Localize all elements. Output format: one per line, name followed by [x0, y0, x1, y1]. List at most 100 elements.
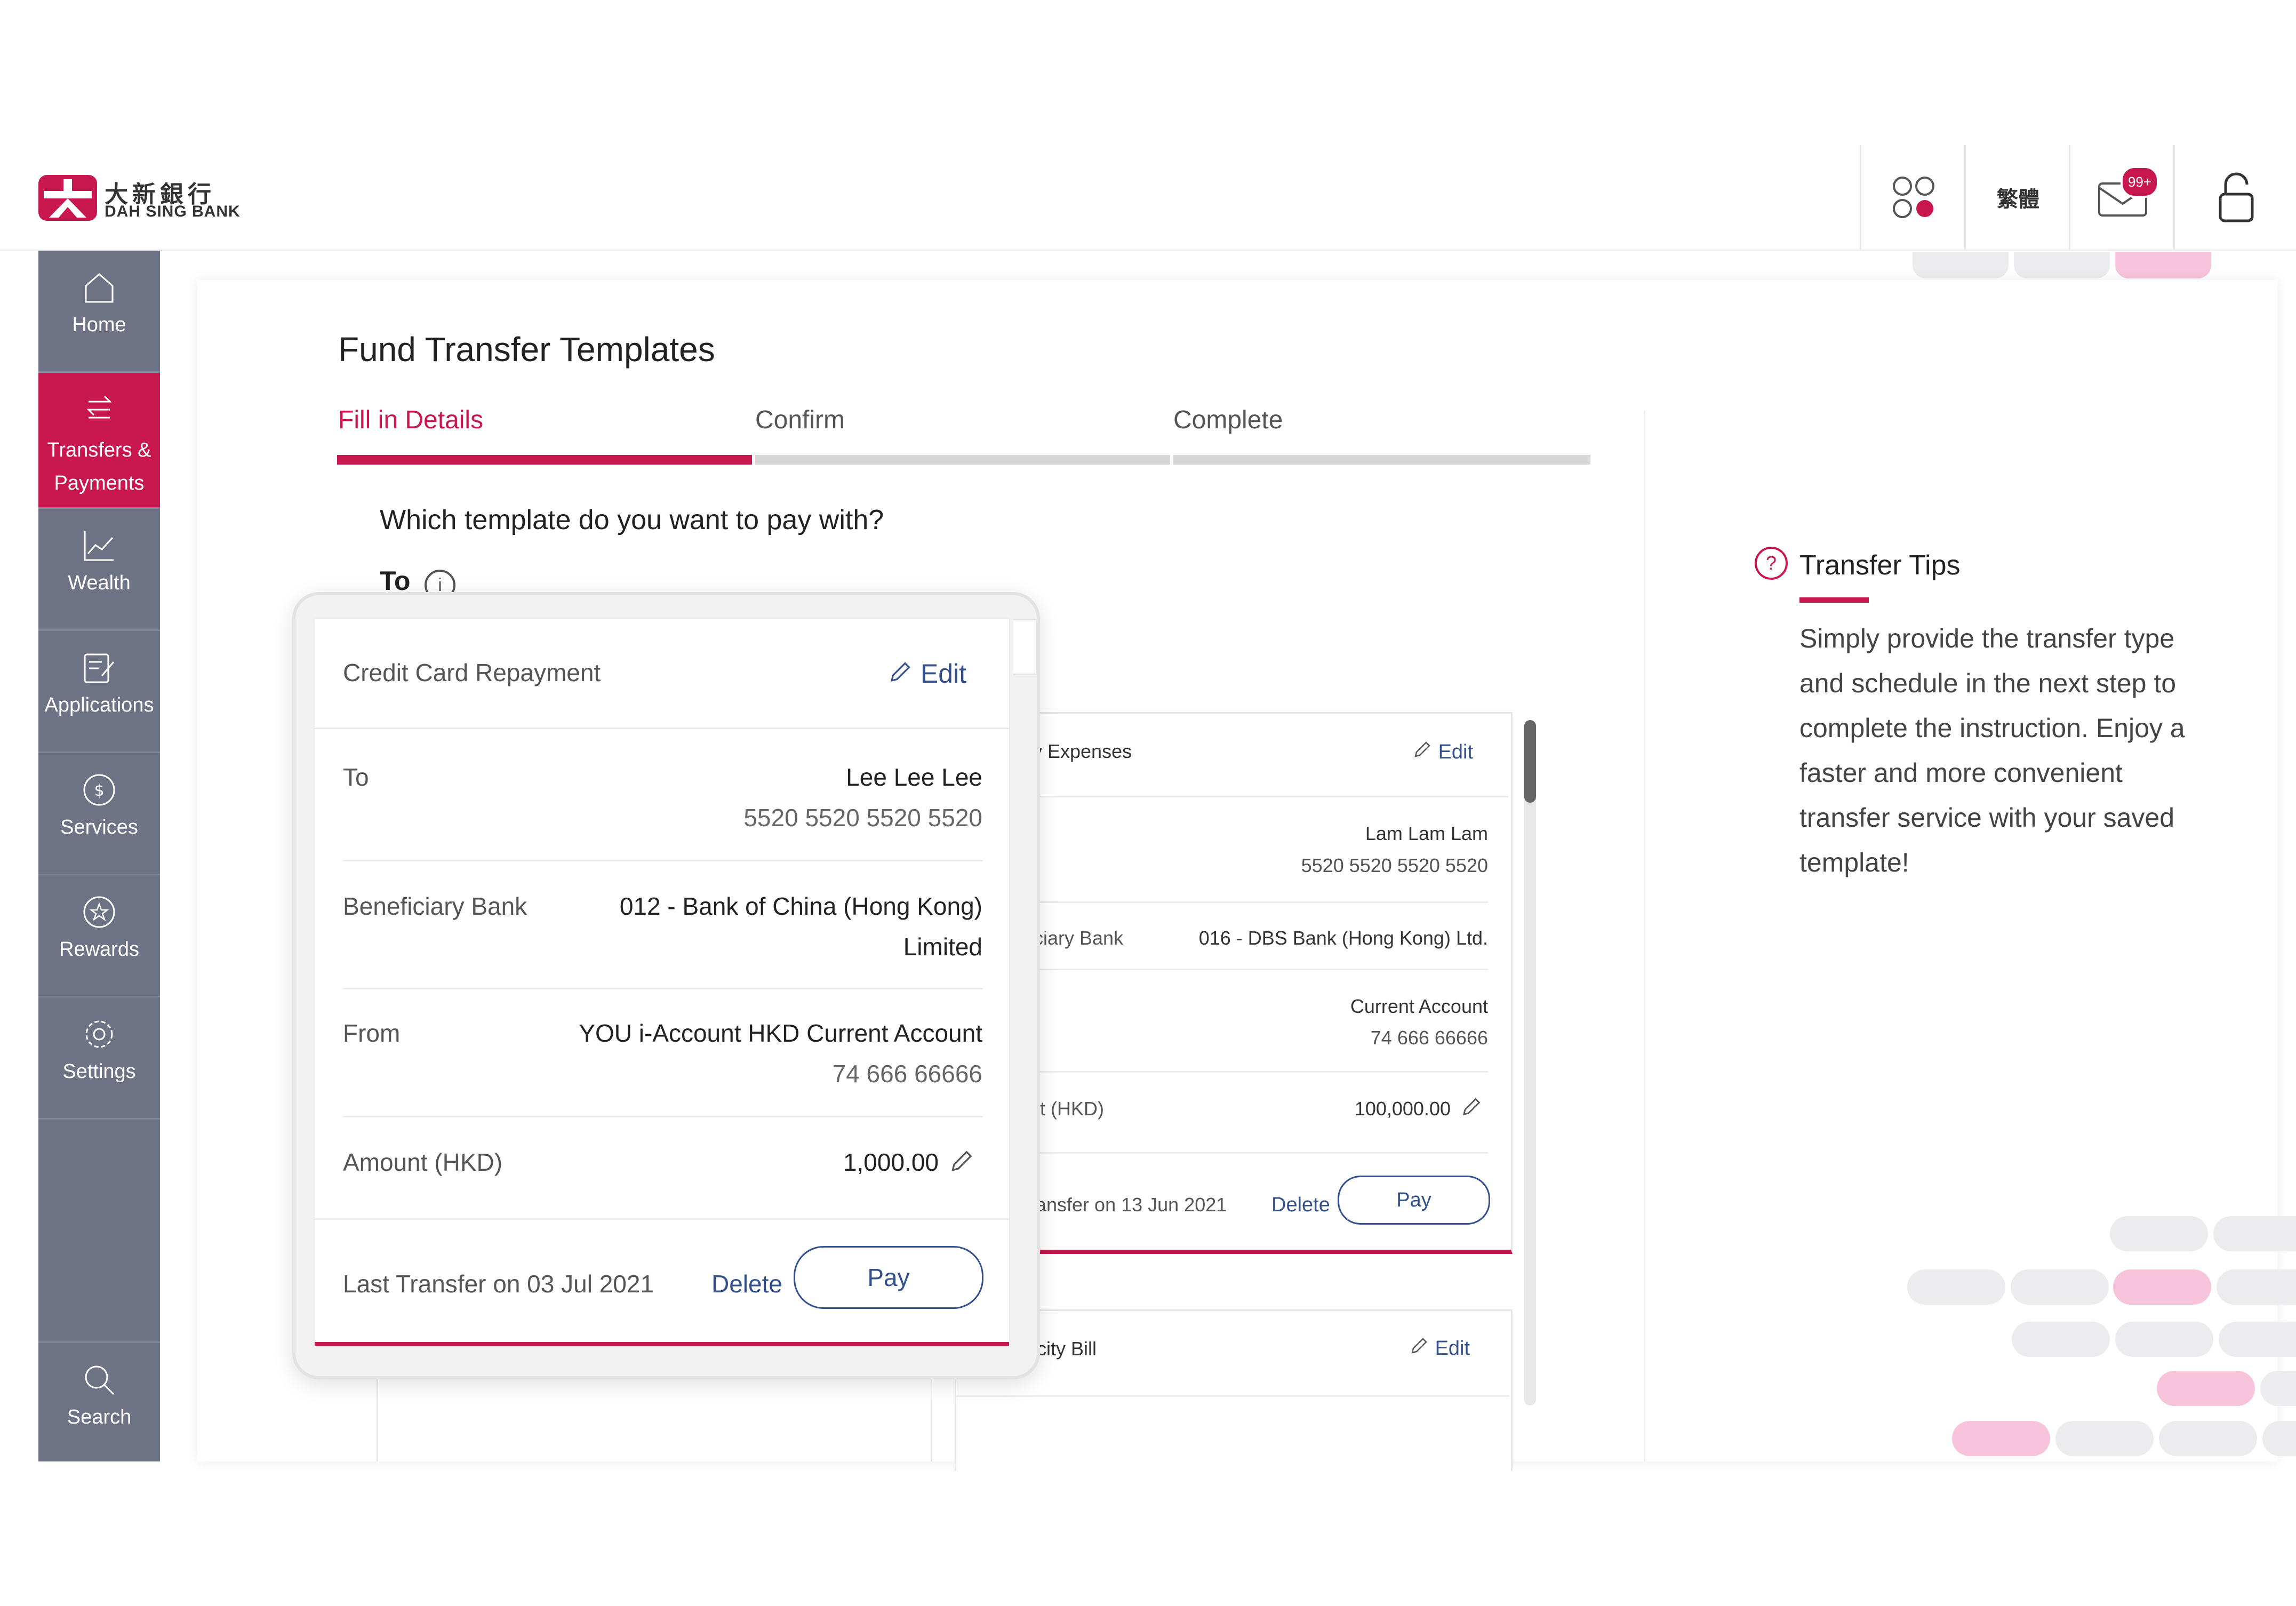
decorative-pill [1907, 1269, 2005, 1305]
edit-link[interactable]: Edit [1411, 739, 1473, 764]
sidebar-item-label: Settings [62, 1060, 136, 1083]
application-icon [84, 653, 115, 683]
pencil-icon [890, 662, 910, 682]
decorative-pill [2219, 1322, 2296, 1357]
decorative-pill [2012, 1322, 2110, 1357]
delete-link[interactable]: Delete [711, 1269, 782, 1298]
logout-button[interactable] [2173, 145, 2296, 250]
template-name: Credit Card Repayment [343, 659, 601, 686]
scrollbar-thumb[interactable] [1524, 720, 1536, 803]
decorative-pill [2262, 1421, 2296, 1456]
sidebar-item-home[interactable]: Home [38, 251, 160, 373]
bank-label: Beneficiary Bank [343, 892, 527, 920]
help-icon: ? [1755, 547, 1788, 580]
from-account: YOU i-Account HKD Current Account [579, 1019, 982, 1047]
delete-link[interactable]: Delete [1271, 1194, 1330, 1217]
divider [315, 728, 1009, 729]
bank-name: 016 - DBS Bank (Hong Kong) Ltd. [1198, 927, 1488, 949]
decorative-pill [2014, 252, 2110, 278]
scrollbar-track[interactable] [1524, 720, 1536, 1405]
apps-icon [1893, 177, 1934, 218]
dollar-icon: $ [83, 774, 115, 806]
step-progress-bar [1173, 455, 1590, 465]
template-question: Which template do you want to pay with? [380, 505, 884, 536]
bank-name-line1: 012 - Bank of China (Hong Kong) [619, 892, 982, 920]
divider [1035, 796, 1508, 797]
last-transfer-text: Last Transfer on 03 Jul 2021 [343, 1270, 654, 1298]
bank-name-line2: Limited [903, 933, 982, 961]
home-icon [85, 273, 114, 303]
divider [1035, 1152, 1488, 1154]
pencil-icon [1411, 1338, 1427, 1354]
from-account: Current Account [1350, 995, 1488, 1017]
divider [343, 860, 983, 861]
language-label: 繁體 [1997, 187, 2039, 212]
chart-icon [84, 531, 114, 561]
page-title: Fund Transfer Templates [338, 330, 715, 369]
inbox-button[interactable] [2069, 145, 2175, 250]
column-divider [1644, 411, 1645, 1461]
notification-badge: 99+ [2121, 166, 2159, 198]
sidebar-item-rewards[interactable]: Rewards [38, 875, 160, 997]
pencil-icon [1414, 741, 1430, 757]
decorative-pill [2115, 252, 2211, 278]
decorative-pill [2113, 1269, 2211, 1305]
decorative-pill [2157, 1371, 2255, 1406]
transfer-icon [86, 395, 112, 419]
pay-button[interactable]: Pay [794, 1246, 983, 1309]
from-label: From [343, 1019, 401, 1047]
decorative-pill [2055, 1421, 2154, 1456]
step-progress-active [337, 455, 752, 465]
apps-button[interactable] [1860, 145, 1966, 250]
sidebar-item-label: Services [60, 816, 138, 838]
divider [343, 988, 983, 989]
from-number: 74 666 66666 [1370, 1027, 1488, 1049]
sidebar-item-wealth[interactable]: Wealth [38, 509, 160, 631]
logo-english-text: DAH SING BANK [105, 203, 241, 220]
sidebar-item-services[interactable]: $ Services [38, 753, 160, 875]
bank-label: iciary Bank [1029, 927, 1124, 949]
edit-amount-icon[interactable] [947, 1148, 975, 1176]
decorative-pill [2260, 1371, 2296, 1406]
card-edge [1013, 619, 1037, 675]
decorative-pill [2011, 1269, 2109, 1305]
divider [1035, 901, 1488, 903]
payee-name: Lam Lam Lam [1365, 822, 1488, 844]
search-icon [85, 1365, 115, 1395]
sidebar-item-settings[interactable]: Settings [38, 997, 160, 1120]
sidebar-item-search[interactable]: Search [38, 1341, 160, 1463]
step-progress-bar [755, 455, 1170, 465]
gear-icon [85, 1020, 113, 1048]
tips-underline [1799, 597, 1869, 603]
payee-account: 5520 5520 5520 5520 [1301, 854, 1488, 876]
to-label: To [343, 763, 369, 791]
amount-value: 100,000.00 [1354, 1098, 1451, 1120]
divider [315, 1218, 1009, 1220]
edit-link[interactable]: Edit [1408, 1336, 1470, 1360]
bank-logo-icon[interactable] [38, 175, 97, 221]
sidebar-item-label: Transfers & Payments [47, 439, 151, 494]
from-number: 74 666 66666 [832, 1060, 982, 1088]
tips-title: Transfer Tips [1799, 550, 1961, 581]
edit-label: Edit [1438, 741, 1474, 763]
sidebar-item-label: Wealth [68, 572, 131, 594]
last-transfer-text: ransfer on 13 Jun 2021 [1029, 1194, 1227, 1216]
decorative-pill [2217, 1269, 2296, 1305]
divider [343, 1116, 983, 1117]
pay-button[interactable]: Pay [1338, 1176, 1490, 1225]
edit-link[interactable]: Edit [886, 658, 966, 689]
sidebar-item-transfers[interactable]: Transfers & Payments [38, 373, 160, 509]
language-toggle-button[interactable]: 繁體 [1964, 145, 2070, 250]
payee-name: Lee Lee Lee [846, 763, 982, 791]
amount-label: Amount (HKD) [343, 1148, 503, 1176]
decorative-pill [1913, 252, 2009, 278]
payee-account: 5520 5520 5520 5520 [743, 804, 982, 832]
edit-amount-icon[interactable] [1459, 1096, 1483, 1119]
edit-label: Edit [1435, 1337, 1470, 1360]
lock-icon [2219, 172, 2254, 222]
step-confirm: Confirm [755, 406, 845, 434]
sidebar-item-applications[interactable]: Applications [38, 631, 160, 753]
sidebar-item-label: Rewards [59, 938, 139, 961]
divider [955, 1395, 1509, 1397]
decorative-pill [2159, 1421, 2257, 1456]
